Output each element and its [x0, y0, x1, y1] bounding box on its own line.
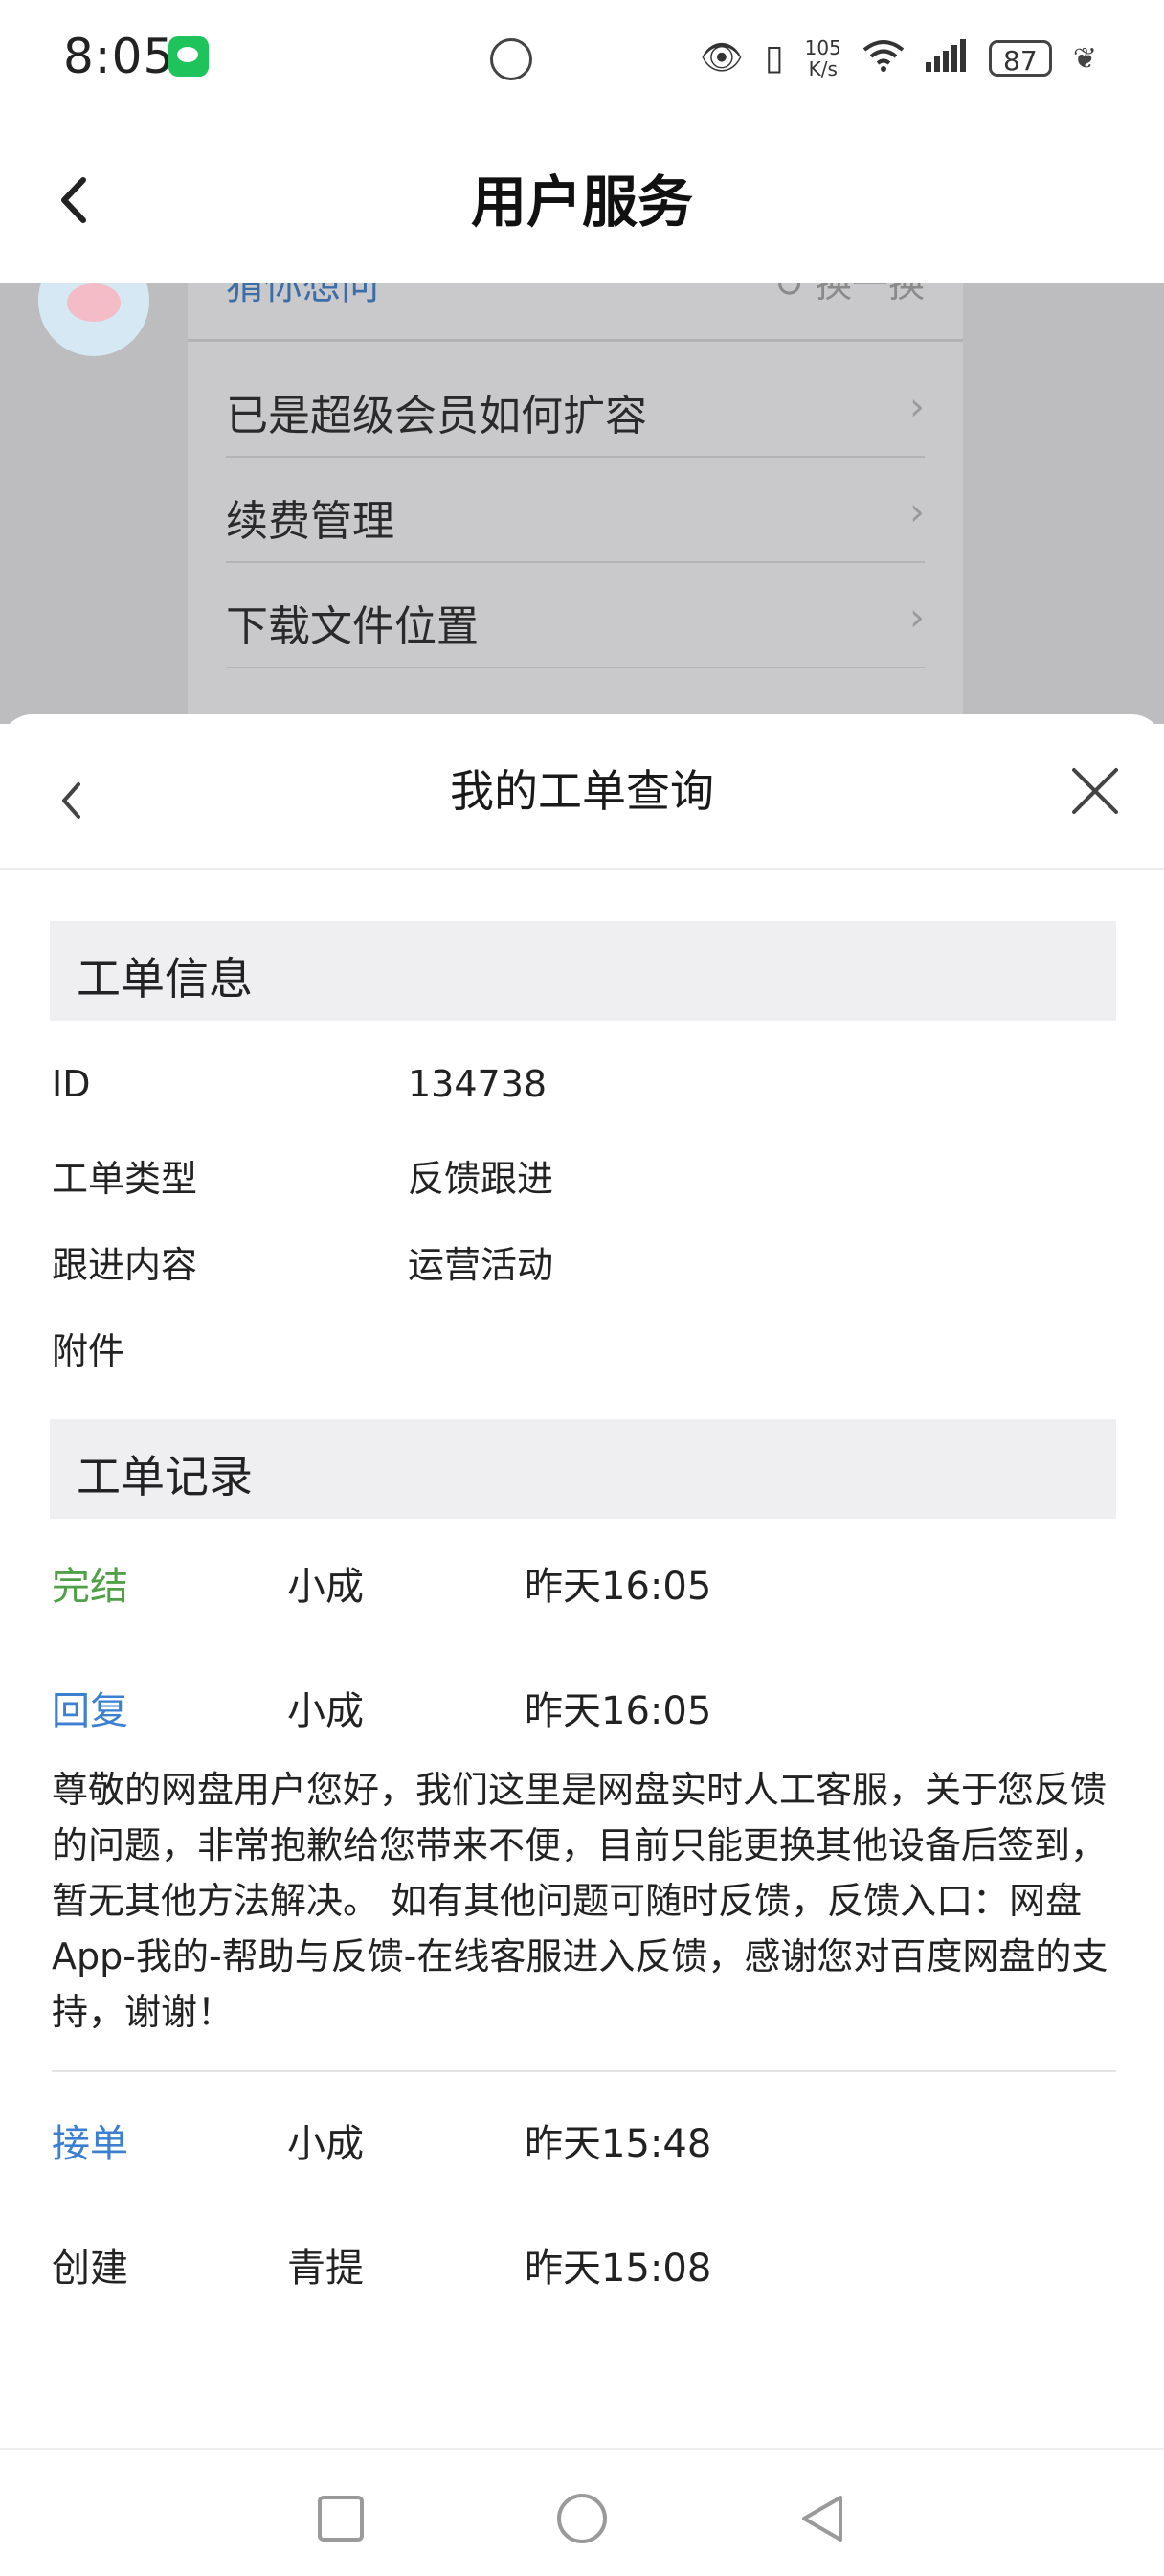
divider — [188, 339, 963, 342]
faq-heading: 猜你想问 — [226, 283, 379, 308]
status-icons: 👁 ▯ 105 K/s 87 ❦ — [700, 33, 1097, 84]
info-row: 工单类型 反馈跟进 — [52, 1149, 1105, 1207]
record-time: 昨天16:05 — [525, 1689, 712, 1733]
page-header: 用户服务 — [0, 115, 1164, 283]
faq-item-label: 下载文件位置 — [226, 602, 479, 651]
record-status: 完结 — [52, 1565, 128, 1609]
info-value: 运营活动 — [408, 1244, 554, 1286]
divider — [0, 868, 1164, 870]
leaf-icon: ❦ — [1072, 41, 1097, 76]
network-speed: 105 K/s — [805, 37, 841, 79]
record-row: 回复 小成 昨天16:05 — [52, 1680, 1105, 1737]
background-overlay[interactable]: 猜你想问 ↻ 换一换 已是超级会员如何扩容 › 续费管理 › 下载文件位置 › — [0, 283, 1164, 724]
faq-item[interactable]: 已是超级会员如何扩容 › — [226, 350, 925, 458]
ticket-info-header: 工单信息 — [50, 921, 1116, 1021]
close-icon — [1072, 768, 1118, 814]
info-key: 附件 — [52, 1330, 125, 1372]
info-value: 反馈跟进 — [408, 1158, 554, 1200]
reply-message: 尊敬的网盘用户您好，我们这里是网盘实时人工客服，关于您反馈的问题，非常抱歉给您带… — [52, 1769, 1108, 2033]
chevron-right-icon: › — [909, 596, 925, 640]
record-person: 小成 — [287, 2122, 364, 2166]
record-row: 完结 小成 昨天16:05 — [52, 1555, 1105, 1613]
speed-unit: K/s — [808, 57, 838, 80]
system-back-button[interactable] — [795, 2490, 852, 2547]
eye-icon: 👁 — [700, 38, 744, 78]
info-key: 工单类型 — [52, 1158, 198, 1200]
record-status: 创建 — [52, 2247, 128, 2291]
record-time: 昨天16:05 — [525, 1565, 712, 1609]
ticket-sheet: 我的工单查询 工单信息 ID 134738 工单类型 反馈跟进 跟进内容 运营活… — [0, 714, 1164, 2448]
record-row: 接单 小成 昨天15:48 — [52, 2113, 1105, 2170]
sync-icon — [490, 38, 532, 80]
info-row: 跟进内容 运营活动 — [52, 1235, 1105, 1293]
divider — [52, 2070, 1116, 2072]
record-time: 昨天15:48 — [525, 2122, 712, 2166]
refresh-button[interactable]: ↻ 换一换 — [773, 283, 925, 307]
record-person: 小成 — [287, 1565, 364, 1609]
record-status: 接单 — [52, 2122, 128, 2166]
chevron-right-icon: › — [909, 385, 925, 429]
record-status: 回复 — [52, 1689, 128, 1733]
status-time: 8:05 — [63, 29, 175, 84]
vibrate-icon: ▯ — [764, 38, 784, 78]
signal-icon — [925, 38, 968, 79]
record-person: 青提 — [287, 2247, 364, 2291]
info-row: ID 134738 — [52, 1063, 1105, 1120]
battery-icon: 87 — [988, 40, 1052, 77]
section-title: 工单记录 — [77, 1451, 253, 1503]
sheet-title: 我的工单查询 — [450, 765, 714, 817]
faq-item[interactable]: 下载文件位置 › — [226, 561, 925, 668]
info-value: 134738 — [408, 1063, 548, 1105]
home-button[interactable] — [553, 2490, 611, 2547]
record-person: 小成 — [287, 1689, 364, 1733]
wechat-icon — [168, 36, 209, 77]
info-row: 附件 — [52, 1322, 1105, 1379]
refresh-label: 换一换 — [815, 283, 925, 305]
info-key: ID — [52, 1063, 91, 1105]
faq-item[interactable]: 续费管理 › — [226, 456, 925, 563]
close-button[interactable] — [1068, 764, 1122, 818]
home-circle-icon — [557, 2494, 607, 2543]
record-time: 昨天15:08 — [525, 2247, 712, 2291]
section-title: 工单信息 — [77, 953, 253, 1005]
back-triangle-icon — [802, 2496, 842, 2542]
recents-square-icon — [318, 2496, 364, 2542]
status-bar: 8:05 👁 ▯ 105 K/s 87 ❦ — [0, 0, 1164, 115]
speed-value: 105 — [804, 36, 841, 59]
chevron-right-icon: › — [909, 490, 925, 534]
faq-card: 猜你想问 ↻ 换一换 已是超级会员如何扩容 › 续费管理 › 下载文件位置 › — [188, 283, 963, 724]
record-row: 创建 青提 昨天15:08 — [52, 2237, 1105, 2294]
faq-item-label: 已是超级会员如何扩容 — [226, 392, 647, 441]
recents-button[interactable] — [312, 2490, 369, 2547]
wifi-icon — [862, 38, 905, 79]
assistant-avatar — [38, 283, 149, 356]
system-nav-bar — [0, 2448, 1164, 2576]
info-key: 跟进内容 — [52, 1244, 198, 1286]
faq-item-label: 续费管理 — [226, 497, 394, 546]
page-title: 用户服务 — [470, 169, 693, 235]
ticket-records-header: 工单记录 — [50, 1419, 1116, 1519]
